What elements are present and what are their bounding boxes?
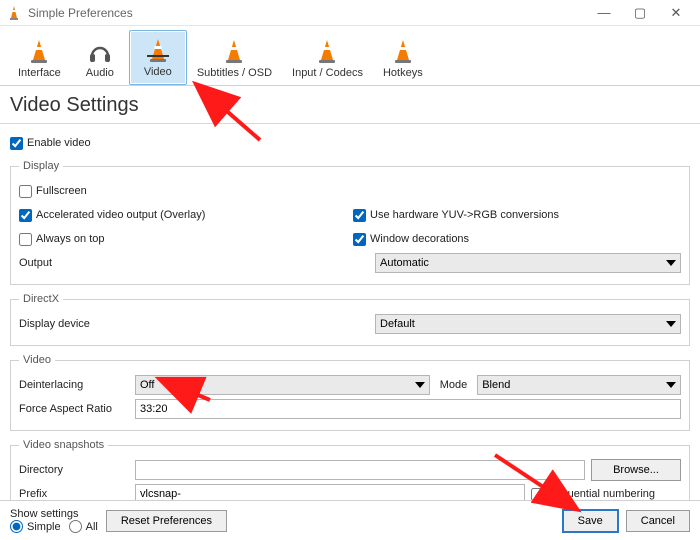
enable-video-input[interactable] [10,137,23,150]
accel-output-checkbox[interactable]: Accelerated video output (Overlay) [19,209,205,222]
cancel-button[interactable]: Cancel [626,510,690,532]
yuv-checkbox[interactable]: Use hardware YUV->RGB conversions [353,209,559,222]
fullscreen-input[interactable] [19,185,32,198]
output-combo[interactable]: Automatic [375,253,681,273]
tab-video[interactable]: Video [129,30,187,85]
tab-label: Hotkeys [383,67,423,79]
cone-icon [145,37,171,63]
all-radio[interactable]: All [69,520,98,533]
tab-label: Subtitles / OSD [197,67,272,79]
output-label: Output [19,257,369,269]
maximize-button[interactable]: ▢ [622,1,658,25]
cone-icon [26,38,52,64]
vlc-app-icon [6,5,22,21]
display-legend: Display [19,160,63,172]
cone-icon [221,38,247,64]
enable-video-checkbox[interactable]: Enable video [10,137,91,150]
browse-button[interactable]: Browse... [591,459,681,481]
prefix-input[interactable] [135,484,525,500]
close-button[interactable]: ✕ [658,1,694,25]
minimize-button[interactable]: — [586,1,622,25]
settings-scroll[interactable]: Enable video Display Fullscreen Accelera… [0,124,700,500]
headphones-icon [87,38,113,64]
always-on-top-input[interactable] [19,233,32,246]
tab-input[interactable]: Input / Codecs [282,32,373,85]
window-dec-checkbox[interactable]: Window decorations [353,233,469,246]
video-legend: Video [19,354,55,366]
aspect-ratio-input[interactable] [135,399,681,419]
window-dec-input[interactable] [353,233,366,246]
mode-label: Mode [436,379,472,391]
titlebar: Simple Preferences — ▢ ✕ [0,0,700,26]
show-settings-label: Show settings [10,508,98,520]
enable-video-label: Enable video [27,137,91,149]
prefs-tabstrip: Interface Audio Video Subtitles / OSD In… [0,26,700,86]
tab-audio[interactable]: Audio [71,32,129,85]
cone-icon [314,38,340,64]
tab-label: Video [144,66,172,78]
show-settings: Show settings Simple All [10,508,98,533]
yuv-input[interactable] [353,209,366,222]
directory-input[interactable] [135,460,585,480]
tab-label: Input / Codecs [292,67,363,79]
always-on-top-checkbox[interactable]: Always on top [19,233,104,246]
deinterlacing-combo[interactable]: Off [135,375,430,395]
tab-subtitles[interactable]: Subtitles / OSD [187,32,282,85]
display-group: Display Fullscreen Accelerated video out… [10,160,690,285]
video-group: Video Deinterlacing Off Mode Blend Force… [10,354,690,431]
simple-radio[interactable]: Simple [10,520,61,533]
aspect-label: Force Aspect Ratio [19,403,129,415]
display-device-label: Display device [19,318,369,330]
prefix-label: Prefix [19,488,129,500]
snapshots-legend: Video snapshots [19,439,108,451]
save-button[interactable]: Save [563,510,618,532]
tab-interface[interactable]: Interface [8,32,71,85]
tab-hotkeys[interactable]: Hotkeys [373,32,433,85]
footer: Show settings Simple All Reset Preferenc… [0,500,700,540]
tab-label: Audio [86,67,114,79]
tab-label: Interface [18,67,61,79]
window-title: Simple Preferences [28,6,586,20]
fullscreen-checkbox[interactable]: Fullscreen [19,185,87,198]
deinterlacing-label: Deinterlacing [19,379,129,391]
sequential-checkbox[interactable]: Sequential numbering [531,488,681,501]
snapshots-group: Video snapshots Directory Browse... Pref… [10,439,690,500]
accel-output-input[interactable] [19,209,32,222]
sequential-input[interactable] [531,488,544,501]
display-device-combo[interactable]: Default [375,314,681,334]
cone-icon [390,38,416,64]
reset-preferences-button[interactable]: Reset Preferences [106,510,227,532]
page-title: Video Settings [0,86,700,124]
directx-legend: DirectX [19,293,63,305]
directory-label: Directory [19,464,129,476]
mode-combo[interactable]: Blend [477,375,681,395]
directx-group: DirectX Display device Default [10,293,690,346]
